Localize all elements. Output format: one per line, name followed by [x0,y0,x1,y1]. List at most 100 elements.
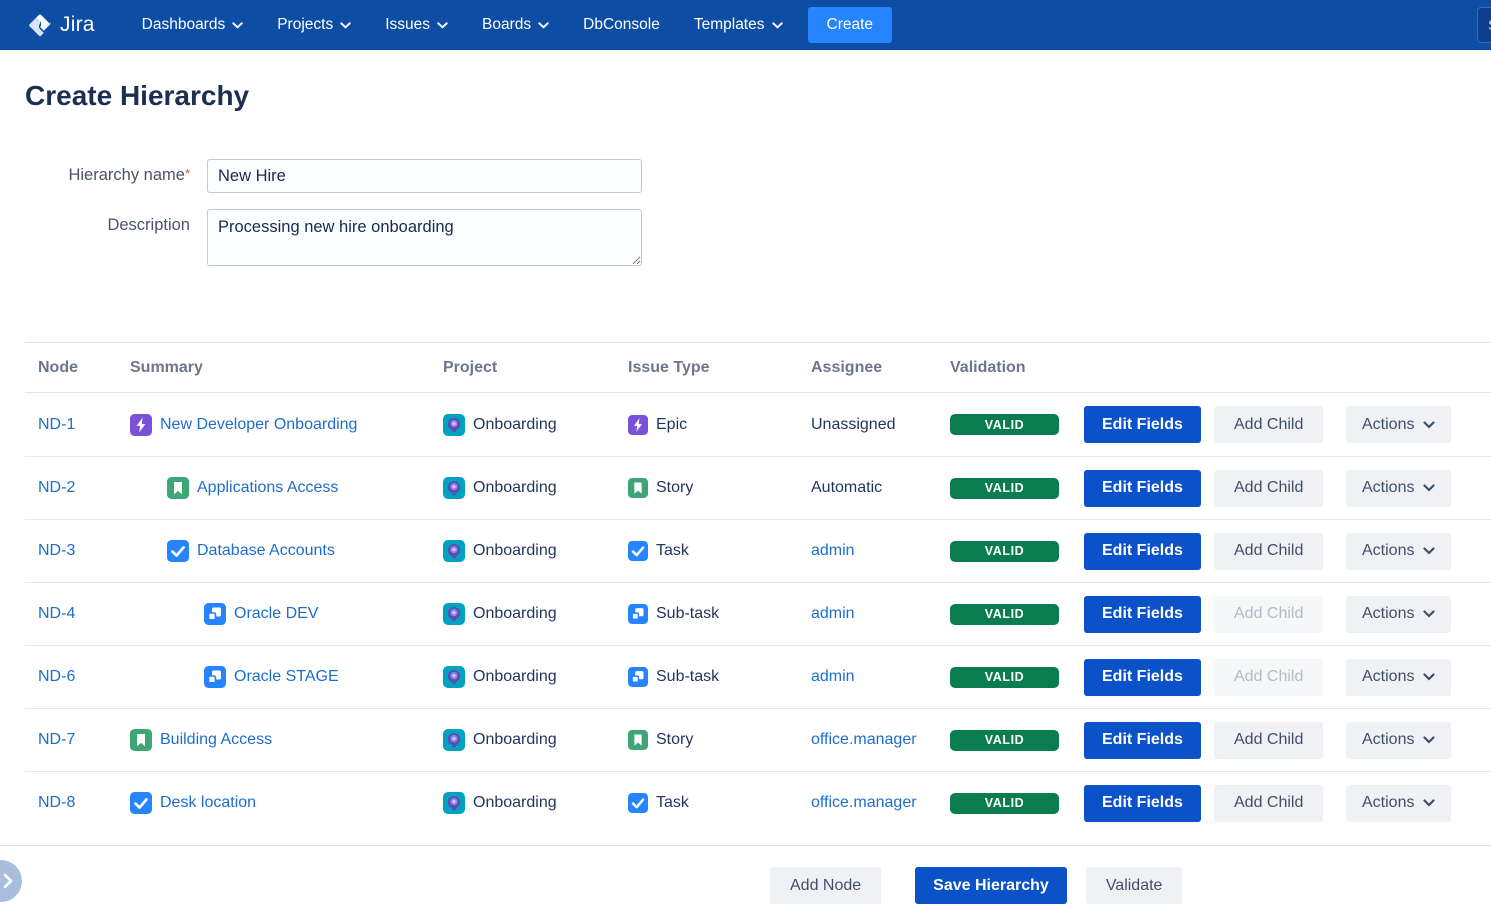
nav-boards-label: Boards [482,16,531,34]
actions-cell: Actions [1346,722,1491,759]
summary-link[interactable]: New Developer Onboarding [160,416,357,434]
header-validation: Validation [950,359,1084,377]
summary-cell: Building Access [130,729,443,751]
actions-dropdown-button[interactable]: Actions [1346,470,1451,507]
node-id-link[interactable]: ND-6 [38,668,75,686]
nav-issues[interactable]: Issues [368,0,465,50]
actions-dropdown-button[interactable]: Actions [1346,596,1451,633]
edit-fields-button[interactable]: Edit Fields [1084,533,1201,570]
subtask-icon [204,603,226,625]
validation-cell: VALID [950,478,1084,499]
summary-link[interactable]: Desk location [160,794,256,812]
save-hierarchy-button[interactable]: Save Hierarchy [915,867,1067,904]
nav-dbconsole-label: DbConsole [583,16,660,34]
summary-link[interactable]: Oracle DEV [234,605,318,623]
issue-type-name: Sub-task [656,605,719,623]
assignee-link[interactable]: admin [811,605,855,623]
issue-type-cell: Story [628,730,811,750]
edit-fields-cell: Edit Fields [1084,722,1214,759]
actions-dropdown-button[interactable]: Actions [1346,659,1451,696]
jira-brand[interactable]: Jira [27,12,95,38]
summary-link[interactable]: Building Access [160,731,272,749]
project-avatar-icon [443,477,465,499]
add-child-button[interactable]: Add Child [1214,785,1323,822]
project-name: Onboarding [473,479,557,497]
actions-dropdown-button[interactable]: Actions [1346,533,1451,570]
nav-dbconsole[interactable]: DbConsole [566,0,677,50]
issue-type-cell: Sub-task [628,604,811,624]
header-summary: Summary [130,359,443,377]
node-id-link[interactable]: ND-1 [38,416,75,434]
node-id-link[interactable]: ND-2 [38,479,75,497]
node-cell: ND-2 [38,479,130,497]
story-icon [130,729,152,751]
actions-dropdown-button[interactable]: Actions [1346,785,1451,822]
hierarchy-name-label: Hierarchy name* [0,159,190,185]
node-cell: ND-8 [38,794,130,812]
edit-fields-button[interactable]: Edit Fields [1084,659,1201,696]
actions-dropdown-button[interactable]: Actions [1346,406,1451,443]
project-name: Onboarding [473,605,557,623]
edit-fields-cell: Edit Fields [1084,533,1214,570]
header-issue-type: Issue Type [628,359,811,377]
project-avatar-icon [443,603,465,625]
assignee-link[interactable]: admin [811,542,855,560]
description-textarea[interactable]: Processing new hire onboarding [207,209,642,266]
project-cell: Onboarding [443,477,628,499]
add-child-button[interactable]: Add Child [1214,722,1323,759]
add-node-button[interactable]: Add Node [770,867,881,904]
edit-fields-cell: Edit Fields [1084,596,1214,633]
chevron-down-icon [1423,421,1435,429]
validation-badge: VALID [950,730,1059,751]
assignee-link[interactable]: admin [811,668,855,686]
edit-fields-button[interactable]: Edit Fields [1084,470,1201,507]
assignee-text: Unassigned [811,416,896,434]
summary-link[interactable]: Database Accounts [197,542,335,560]
nav-dashboards[interactable]: Dashboards [125,0,261,50]
nav-projects[interactable]: Projects [260,0,368,50]
validation-badge: VALID [950,478,1059,499]
edit-fields-button[interactable]: Edit Fields [1084,596,1201,633]
add-child-cell: Add Child [1214,659,1346,696]
issue-type-name: Task [656,542,689,560]
project-avatar-icon [443,540,465,562]
issue-type-name: Sub-task [656,668,719,686]
issue-type-cell: Task [628,793,811,813]
add-child-button[interactable]: Add Child [1214,406,1323,443]
search-input[interactable] [1477,7,1491,43]
summary-link[interactable]: Oracle STAGE [234,668,339,686]
actions-dropdown-button[interactable]: Actions [1346,722,1451,759]
assignee-link[interactable]: office.manager [811,731,917,749]
project-avatar-icon [443,792,465,814]
epic-icon [130,414,152,436]
edit-fields-button[interactable]: Edit Fields [1084,406,1201,443]
summary-link[interactable]: Applications Access [197,479,338,497]
chevron-down-icon [1423,799,1435,807]
node-id-link[interactable]: ND-3 [38,542,75,560]
edit-fields-cell: Edit Fields [1084,406,1214,443]
node-id-link[interactable]: ND-4 [38,605,75,623]
project-cell: Onboarding [443,603,628,625]
node-cell: ND-3 [38,542,130,560]
jira-logo-icon [27,12,53,38]
validate-button[interactable]: Validate [1086,867,1183,904]
nav-templates[interactable]: Templates [677,0,800,50]
required-asterisk: * [185,166,190,181]
add-child-button[interactable]: Add Child [1214,533,1323,570]
hierarchy-name-input[interactable] [207,159,642,193]
node-id-link[interactable]: ND-7 [38,731,75,749]
add-child-cell: Add Child [1214,722,1346,759]
add-child-button[interactable]: Add Child [1214,470,1323,507]
create-button[interactable]: Create [808,7,893,43]
actions-label: Actions [1362,731,1414,749]
add-child-cell: Add Child [1214,533,1346,570]
edit-fields-button[interactable]: Edit Fields [1084,785,1201,822]
edit-fields-button[interactable]: Edit Fields [1084,722,1201,759]
assignee-link[interactable]: office.manager [811,794,917,812]
issue-type-cell: Task [628,541,811,561]
node-id-link[interactable]: ND-8 [38,794,75,812]
footer-buttons: Add Node Save Hierarchy Validate [770,867,1491,904]
subtask-icon [204,666,226,688]
add-child-button: Add Child [1214,659,1323,696]
nav-boards[interactable]: Boards [465,0,566,50]
